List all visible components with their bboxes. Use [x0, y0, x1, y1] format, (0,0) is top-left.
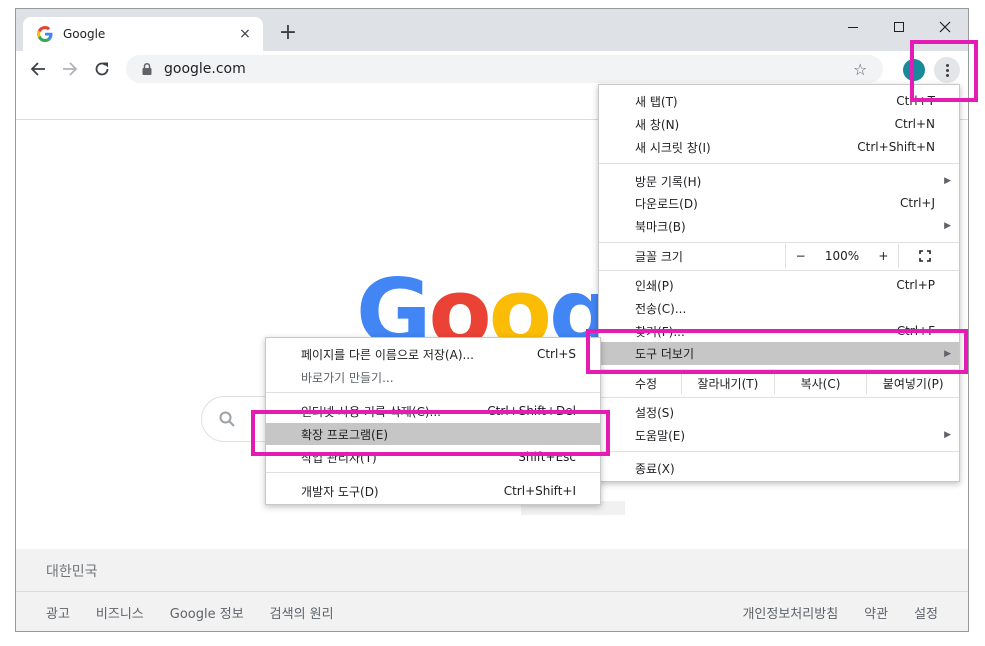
menu-label: 방문 기록(H): [635, 174, 702, 189]
footer-left-links: 광고 비즈니스 Google 정보 검색의 원리: [46, 603, 334, 622]
edit-row: 수정 잘라내기(T) 복사(C) 붙여넣기(P): [599, 372, 959, 394]
arrow-left-icon: [30, 62, 45, 76]
menu-label: 새 창(N): [635, 117, 680, 132]
menu-item-downloads[interactable]: 다운로드(D) Ctrl+J: [599, 192, 959, 214]
submenu-item-create-shortcut[interactable]: 바로가기 만들기...: [266, 366, 600, 388]
menu-item-cast[interactable]: 전송(C)...: [599, 297, 959, 319]
paste-button[interactable]: 붙여넣기(P): [866, 372, 959, 394]
menu-item-help[interactable]: 도움말(E) ▶: [599, 424, 959, 446]
menu-item-new-window[interactable]: 새 창(N) Ctrl+N: [599, 113, 959, 135]
close-window-button[interactable]: [922, 13, 968, 41]
menu-separator: [266, 472, 600, 473]
maximize-icon: [894, 22, 904, 32]
menu-item-bookmarks[interactable]: 북마크(B) ▶: [599, 215, 959, 237]
reload-icon: [95, 62, 109, 76]
menu-label: 다운로드(D): [635, 196, 698, 211]
footer-link-about[interactable]: Google 정보: [170, 603, 244, 622]
menu-label: 페이지를 다른 이름으로 저장(A)...: [301, 347, 474, 362]
zoom-value: 100%: [824, 249, 860, 263]
url-text[interactable]: google.com: [164, 61, 853, 77]
menu-label: 새 시크릿 창(I): [635, 140, 711, 155]
close-icon: [939, 21, 951, 33]
browser-tab[interactable]: Google ×: [23, 17, 263, 51]
menu-separator: [599, 451, 959, 452]
back-button[interactable]: [24, 55, 52, 83]
star-icon[interactable]: ☆: [853, 60, 871, 79]
zoom-in-button[interactable]: +: [878, 249, 888, 263]
submenu-item-save-as[interactable]: 페이지를 다른 이름으로 저장(A)... Ctrl+S: [266, 343, 600, 365]
footer-link-settings[interactable]: 설정: [914, 603, 938, 622]
menu-shortcut: Ctrl+S: [536, 347, 576, 361]
menu-item-exit[interactable]: 종료(X): [599, 457, 959, 479]
tab-title: Google: [63, 27, 106, 41]
submenu-arrow-icon: ▶: [944, 221, 951, 231]
annotation-box-extensions: [251, 410, 610, 456]
lock-icon: [142, 62, 152, 75]
footer-link-business[interactable]: 비즈니스: [96, 603, 144, 622]
footer-right-links: 개인정보처리방침 약관 설정: [742, 603, 938, 622]
menu-item-settings[interactable]: 설정(S): [599, 401, 959, 423]
toolbar: google.com ☆: [16, 51, 968, 87]
footer-divider: [16, 591, 968, 592]
menu-item-history[interactable]: 방문 기록(H) ▶: [599, 170, 959, 192]
minimize-icon: [848, 26, 858, 28]
menu-shortcut: Ctrl+N: [894, 117, 935, 131]
menu-label: 도움말(E): [635, 428, 686, 443]
menu-separator: [266, 392, 600, 393]
menu-separator: [599, 270, 959, 271]
page-footer: 대한민국 광고 비즈니스 Google 정보 검색의 원리 개인정보처리방침 약…: [16, 549, 968, 631]
zoom-row: 글꼴 크기 − 100% +: [599, 244, 959, 268]
menu-label: 새 탭(T): [635, 94, 678, 109]
copy-label: 복사(C): [800, 376, 841, 391]
menu-label: 설정(S): [635, 405, 675, 420]
copy-button[interactable]: 복사(C): [773, 372, 867, 394]
cut-button[interactable]: 잘라내기(T): [681, 372, 774, 394]
maximize-button[interactable]: [876, 13, 922, 41]
title-bar: Google × +: [16, 9, 968, 51]
cut-label: 잘라내기(T): [697, 376, 759, 391]
minimize-button[interactable]: [830, 13, 876, 41]
menu-label: 북마크(B): [635, 219, 686, 234]
menu-separator: [599, 397, 959, 398]
zoom-label: 글꼴 크기: [635, 249, 683, 264]
chrome-main-menu: 새 탭(T) Ctrl+T 새 창(N) Ctrl+N 새 시크릿 창(I) Ctrl…: [598, 84, 960, 482]
menu-separator: [599, 242, 959, 243]
tab-close-icon[interactable]: ×: [237, 26, 253, 42]
menu-shortcut: Ctrl+P: [896, 278, 935, 292]
reload-button[interactable]: [88, 55, 116, 83]
search-icon: [219, 411, 235, 427]
menu-shortcut: Ctrl+Shift+N: [857, 140, 935, 154]
menu-label: 개발자 도구(D): [301, 484, 379, 499]
paste-label: 붙여넣기(P): [882, 376, 944, 391]
annotation-box-more-tools: [586, 329, 968, 374]
menu-item-print[interactable]: 인쇄(P) Ctrl+P: [599, 274, 959, 296]
footer-link-terms[interactable]: 약관: [864, 603, 888, 622]
submenu-item-dev-tools[interactable]: 개발자 도구(D) Ctrl+Shift+I: [266, 480, 600, 502]
submenu-arrow-icon: ▶: [944, 430, 951, 440]
google-favicon-icon: [37, 26, 53, 42]
fullscreen-icon[interactable]: [919, 250, 931, 262]
menu-shortcut: Ctrl+J: [900, 196, 935, 210]
menu-label: 바로가기 만들기...: [301, 370, 394, 385]
arrow-right-icon: [63, 62, 78, 76]
menu-label: 인쇄(P): [635, 278, 674, 293]
forward-button[interactable]: [56, 55, 84, 83]
footer-link-how-search-works[interactable]: 검색의 원리: [270, 603, 334, 622]
menu-label: 전송(C)...: [635, 301, 687, 316]
menu-item-incognito[interactable]: 새 시크릿 창(I) Ctrl+Shift+N: [599, 136, 959, 158]
zoom-control: − 100% +: [785, 244, 899, 268]
menu-item-new-tab[interactable]: 새 탭(T) Ctrl+T: [599, 90, 959, 112]
edit-label: 수정: [635, 376, 658, 391]
footer-country: 대한민국: [46, 564, 98, 580]
footer-link-privacy[interactable]: 개인정보처리방침: [742, 603, 838, 622]
menu-separator: [599, 163, 959, 164]
menu-label: 종료(X): [635, 461, 675, 476]
address-bar[interactable]: google.com ☆: [126, 55, 883, 83]
annotation-box-menu-button: [910, 40, 978, 102]
menu-shortcut: Ctrl+Shift+I: [503, 484, 576, 498]
zoom-out-button[interactable]: −: [796, 249, 806, 263]
submenu-arrow-icon: ▶: [944, 176, 951, 186]
footer-link-ads[interactable]: 광고: [46, 603, 70, 622]
new-tab-button[interactable]: +: [275, 21, 301, 47]
